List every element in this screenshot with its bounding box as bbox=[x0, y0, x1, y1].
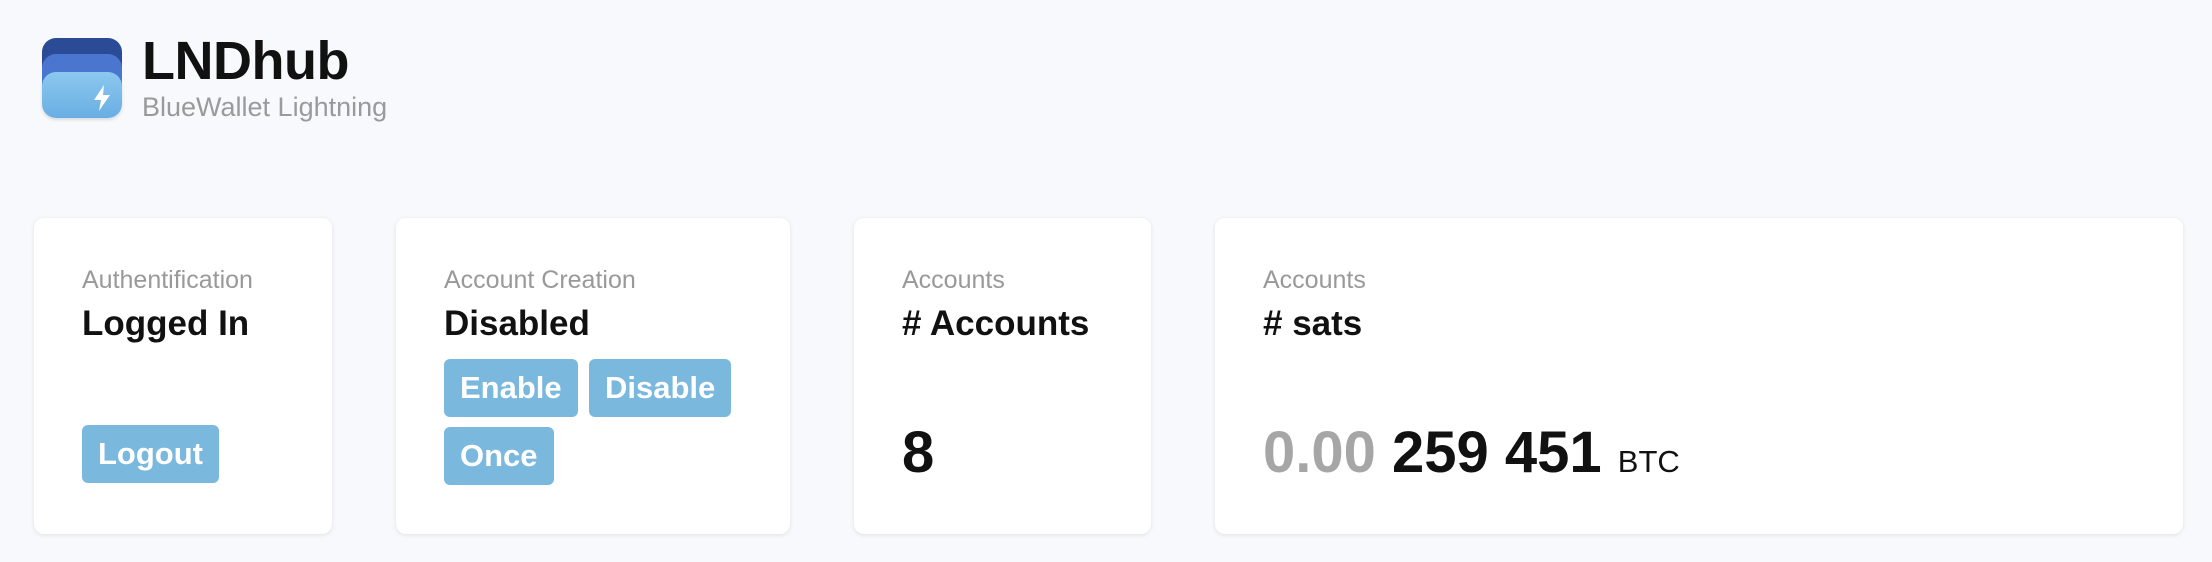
btc-unit: BTC bbox=[1617, 444, 1680, 479]
btc-main-value: 259 451 bbox=[1392, 420, 1602, 485]
btc-balance: 0.00 259 451 BTC bbox=[1263, 418, 1680, 488]
sats-title: # sats bbox=[1263, 304, 1363, 343]
brand: LNDhub BlueWallet Lightning bbox=[142, 31, 388, 123]
accounts-label: Accounts bbox=[902, 266, 1005, 294]
account-creation-label: Account Creation bbox=[444, 266, 636, 294]
sats-card: Accounts # sats 0.00 259 451 BTC bbox=[1215, 218, 2183, 534]
once-button[interactable]: Once bbox=[444, 427, 554, 485]
app-subtitle: BlueWallet Lightning bbox=[142, 92, 388, 122]
auth-label: Authentification bbox=[82, 266, 253, 294]
app-logo bbox=[42, 36, 122, 120]
account-creation-status: Disabled bbox=[444, 304, 590, 343]
auth-status: Logged In bbox=[82, 304, 250, 343]
sats-label: Accounts bbox=[1263, 266, 1366, 294]
logout-button[interactable]: Logout bbox=[82, 425, 220, 483]
bolt-icon bbox=[94, 85, 110, 111]
accounts-count: 8 bbox=[902, 420, 935, 485]
disable-button[interactable]: Disable bbox=[589, 359, 732, 417]
auth-card: Authentification Logged In Logout bbox=[34, 218, 332, 534]
account-creation-card: Account Creation Disabled Enable Disable… bbox=[396, 218, 790, 534]
accounts-title: # Accounts bbox=[902, 304, 1090, 343]
btc-prefix: 0.00 bbox=[1263, 420, 1376, 485]
app-header: LNDhub BlueWallet Lightning bbox=[42, 31, 388, 123]
app-title: LNDhub bbox=[142, 31, 349, 91]
enable-button[interactable]: Enable bbox=[444, 359, 578, 417]
accounts-count-card: Accounts # Accounts 8 bbox=[854, 218, 1151, 534]
